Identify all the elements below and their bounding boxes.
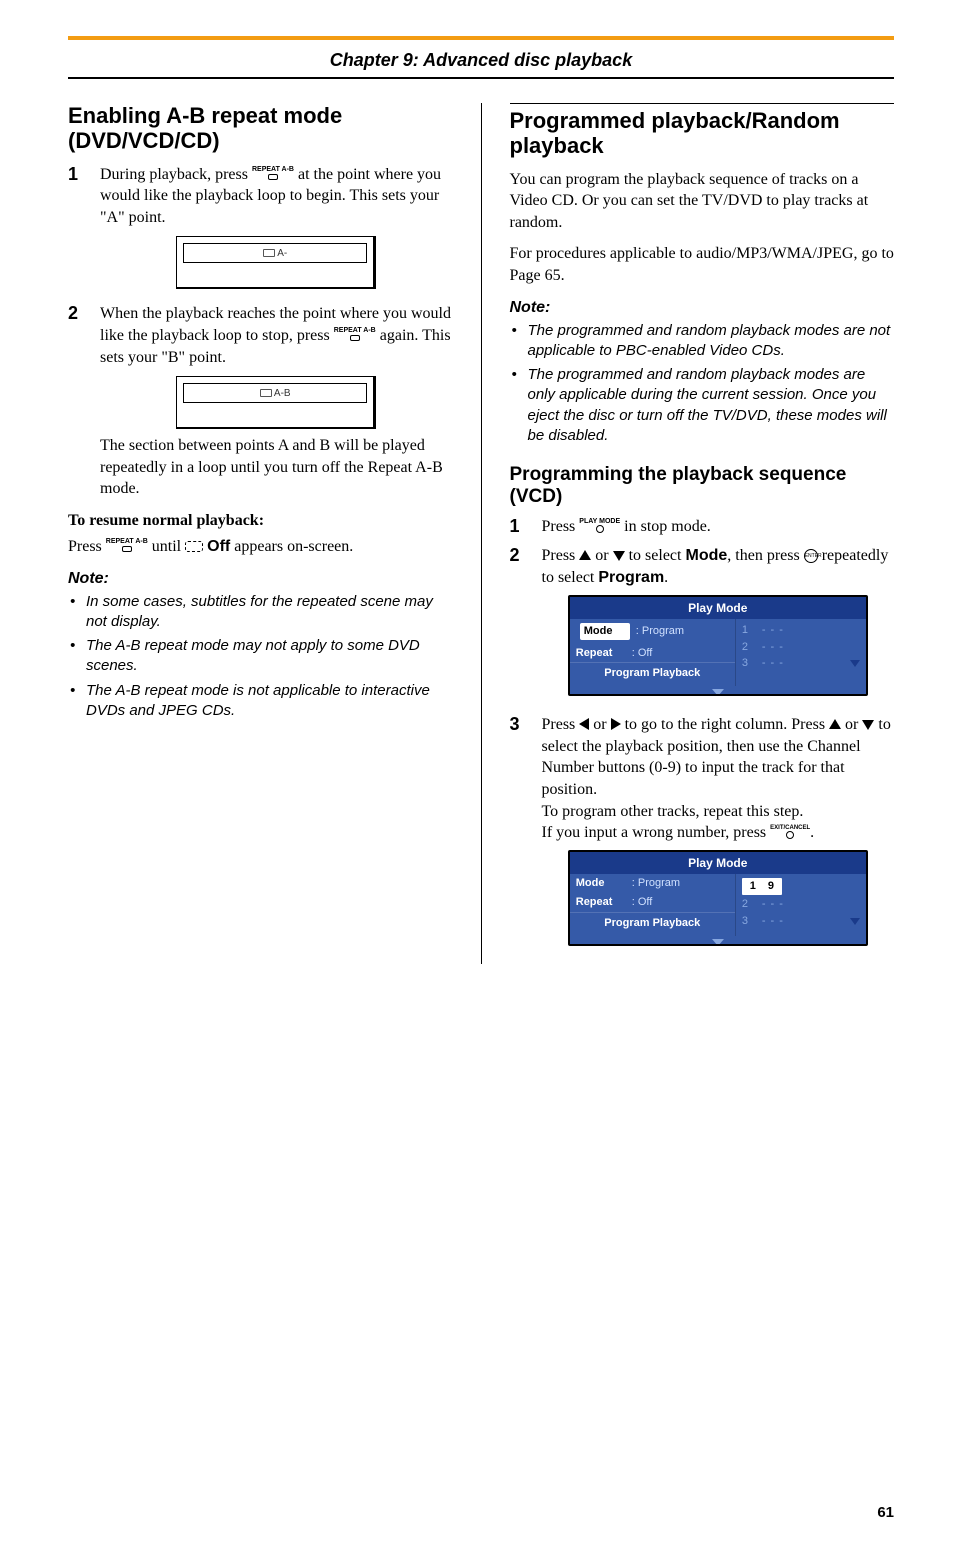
panel-mode-label: Mode xyxy=(580,623,630,640)
step-after-2: If you input a wrong number, press EXIT/… xyxy=(542,822,895,844)
vcd-step-1: 1 Press PLAY MODE in stop mode. xyxy=(510,516,895,538)
note-heading: Note: xyxy=(68,570,453,588)
ab-step-2: 2 When the playback reaches the point wh… xyxy=(68,303,453,500)
resume-heading: To resume normal playback: xyxy=(68,512,453,530)
vcd-step-3: 3 Press or to go to the right column. Pr… xyxy=(510,714,895,955)
note-item: The A-B repeat mode may not apply to som… xyxy=(68,636,453,677)
osd-label: A- xyxy=(277,248,287,259)
down-arrow-icon xyxy=(862,720,874,730)
panel-mode-label: Mode xyxy=(576,876,626,891)
ab-step-1: 1 During playback, press REPEAT A-B at t… xyxy=(68,164,453,296)
step-body: Press or to select Mode, then press ENTE… xyxy=(542,545,895,706)
right-arrow-icon xyxy=(611,718,621,730)
step-number: 1 xyxy=(510,516,526,538)
panel-title: Play Mode xyxy=(570,597,866,619)
panel-repeat-label: Repeat xyxy=(576,646,626,661)
program-label: Program xyxy=(598,569,664,586)
scroll-down-icon xyxy=(712,939,724,946)
orange-header-bar xyxy=(68,36,894,40)
scroll-down-icon xyxy=(850,918,860,925)
play-mode-panel-2: Play Mode Mode : Program Repeat : Off Prog… xyxy=(568,850,868,946)
step-after-1: To program other tracks, repeat this ste… xyxy=(542,801,895,823)
panel-program-playback: Program Playback xyxy=(570,662,735,686)
panel-program-playback: Program Playback xyxy=(570,912,735,936)
up-arrow-icon xyxy=(829,719,841,729)
off-label: Off xyxy=(207,538,230,555)
step-body: When the playback reaches the point wher… xyxy=(100,303,453,500)
scroll-down-icon xyxy=(850,660,860,667)
note-item: In some cases, subtitles for the repeate… xyxy=(68,592,453,633)
page-number: 61 xyxy=(68,1504,894,1521)
up-arrow-icon xyxy=(579,550,591,560)
note-heading: Note: xyxy=(510,299,895,317)
step-body: Press PLAY MODE in stop mode. xyxy=(542,516,895,538)
left-column: Enabling A-B repeat mode (DVD/VCD/CD) 1 … xyxy=(68,103,453,964)
programmed-heading: Programmed playback/Random playback xyxy=(510,103,895,159)
mode-label: Mode xyxy=(685,547,727,564)
step-number: 1 xyxy=(68,164,84,296)
play-mode-icon: PLAY MODE xyxy=(579,518,620,535)
step-after-text: The section between points A and B will … xyxy=(100,435,453,500)
column-divider xyxy=(481,103,482,964)
intro-text-1: You can program the playback sequence of… xyxy=(510,169,895,234)
step-number: 2 xyxy=(510,545,526,706)
repeat-ab-icon: REPEAT A-B xyxy=(252,166,294,182)
programming-vcd-heading: Programming the playback sequence (VCD) xyxy=(510,464,895,508)
note-item: The programmed and random playback modes… xyxy=(510,321,895,362)
step-body: Press or to go to the right column. Pres… xyxy=(542,714,895,955)
panel-title: Play Mode xyxy=(570,852,866,874)
ab-repeat-heading: Enabling A-B repeat mode (DVD/VCD/CD) xyxy=(68,103,453,154)
step-body: During playback, press REPEAT A-B at the… xyxy=(100,164,453,296)
step-number: 3 xyxy=(510,714,526,955)
note-item: The A-B repeat mode is not applicable to… xyxy=(68,681,453,722)
note-list: The programmed and random playback modes… xyxy=(510,321,895,447)
intro-text-2: For procedures applicable to audio/MP3/W… xyxy=(510,243,895,286)
panel-repeat-label: Repeat xyxy=(576,895,626,910)
osd-ab-panel: A-B xyxy=(176,376,376,429)
exit-cancel-icon: EXIT/CANCEL xyxy=(770,824,810,841)
osd-a-panel: A- xyxy=(176,236,376,289)
panel-repeat-value: : Off xyxy=(632,646,653,661)
note-list: In some cases, subtitles for the repeate… xyxy=(68,592,453,722)
step-number: 2 xyxy=(68,303,84,500)
enter-icon: ENTER xyxy=(804,549,818,563)
play-mode-panel-1: Play Mode Mode : Program Repeat : Off Prog… xyxy=(568,595,868,697)
repeat-ab-icon: REPEAT A-B xyxy=(334,327,376,343)
resume-text: Press REPEAT A-B until Off appears on-sc… xyxy=(68,536,453,558)
panel-mode-value: : Program xyxy=(636,624,684,639)
panel-repeat-value: : Off xyxy=(632,895,653,910)
text: During playback, press xyxy=(100,166,252,183)
repeat-ab-icon: REPEAT A-B xyxy=(106,538,148,554)
panel-mode-value: : Program xyxy=(632,876,680,891)
loop-icon xyxy=(185,541,203,552)
osd-label: A-B xyxy=(274,388,291,399)
left-arrow-icon xyxy=(579,718,589,730)
scroll-down-icon xyxy=(712,689,724,696)
right-column: Programmed playback/Random playback You … xyxy=(510,103,895,964)
down-arrow-icon xyxy=(613,551,625,561)
note-item: The programmed and random playback modes… xyxy=(510,365,895,446)
chapter-title: Chapter 9: Advanced disc playback xyxy=(68,50,894,71)
chapter-underline xyxy=(68,77,894,79)
vcd-step-2: 2 Press or to select Mode, then press EN… xyxy=(510,545,895,706)
